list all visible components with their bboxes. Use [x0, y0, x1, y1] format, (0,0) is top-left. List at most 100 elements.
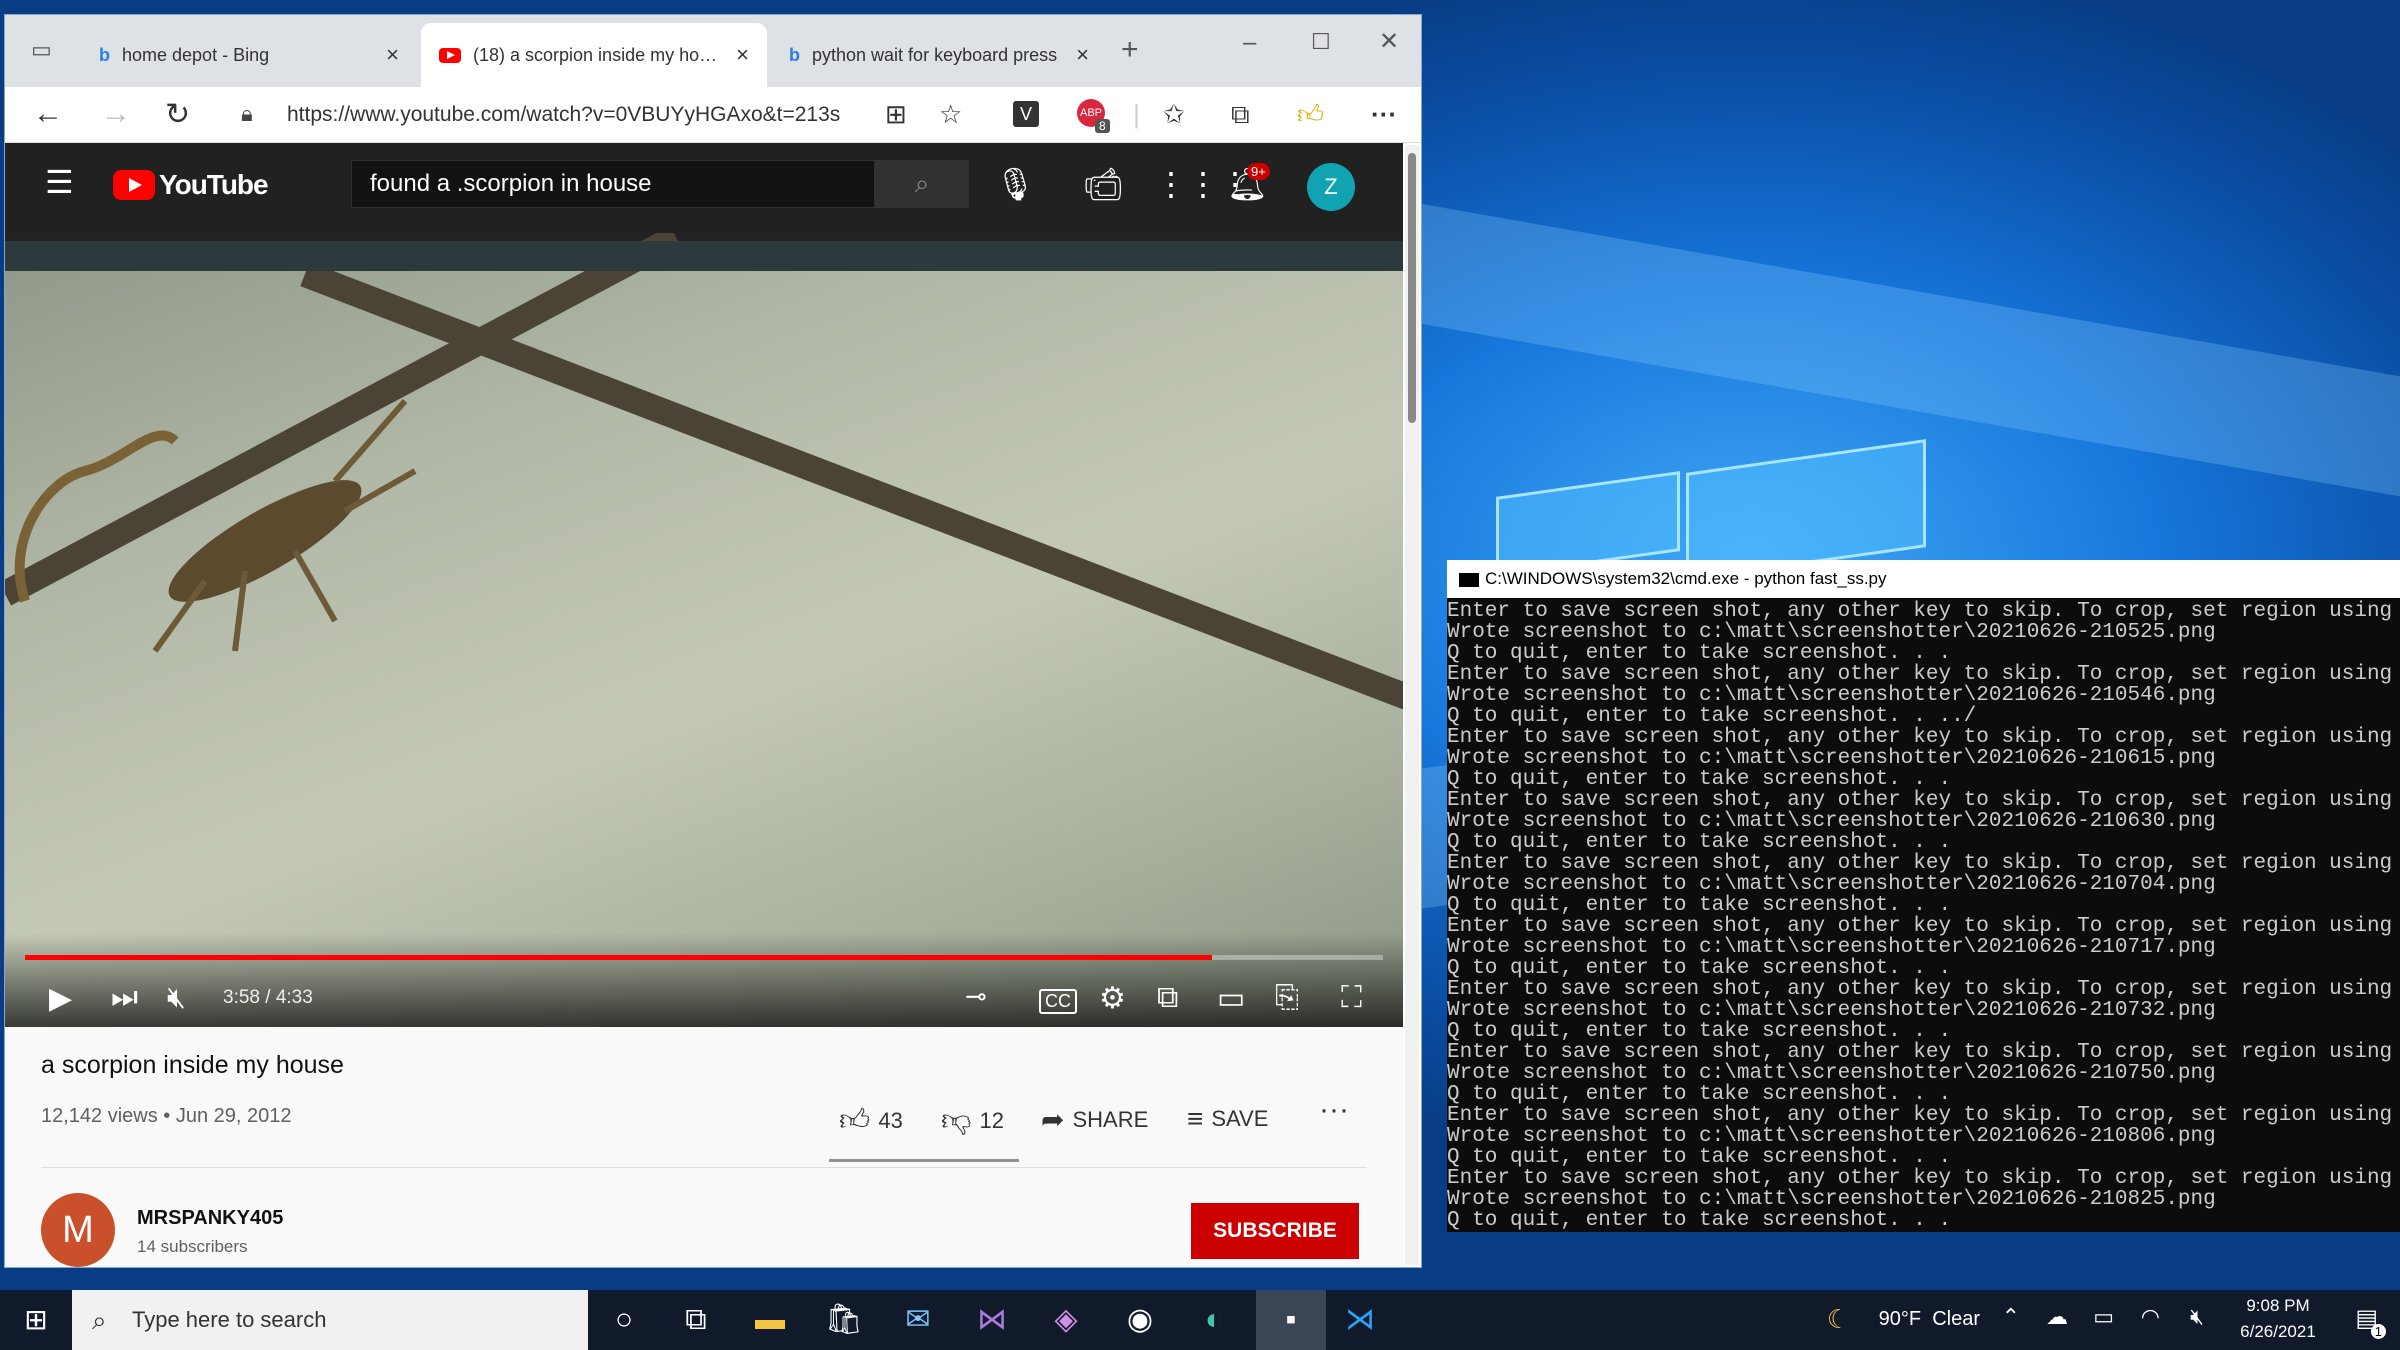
tile-grout-line — [300, 261, 1403, 717]
scrollbar-thumb[interactable] — [1408, 153, 1416, 423]
theater-mode-icon[interactable]: ▭ — [1217, 981, 1245, 1016]
settings-icon[interactable]: ⚙ — [1099, 981, 1126, 1016]
cmd-taskbar-icon[interactable]: ▪ — [1256, 1290, 1326, 1350]
cmd-line: Enter to save screen shot, any other key… — [1447, 1104, 2393, 1127]
tab-home-depot[interactable]: b home depot - Bing × — [81, 23, 417, 87]
vscode-icon[interactable]: ⋊ — [1336, 1300, 1384, 1340]
create-video-icon[interactable]: 📹︎ — [1083, 165, 1124, 203]
task-view-icon[interactable]: ⧉ — [672, 1300, 720, 1340]
mail-icon[interactable]: ✉ — [894, 1300, 942, 1340]
cmd-line: Wrote screenshot to c:\matt\screenshotte… — [1447, 873, 2216, 896]
forward-icon[interactable]: → — [101, 97, 131, 131]
clock-date[interactable]: 6/26/2021 — [2226, 1322, 2330, 1342]
maximize-button[interactable]: ☐ — [1311, 29, 1331, 55]
close-tab-icon[interactable]: × — [1076, 42, 1089, 68]
avatar[interactable]: Z — [1307, 163, 1355, 211]
search-input[interactable]: found a .scorpion in house — [351, 160, 875, 208]
url-field[interactable]: https://www.youtube.com/watch?v=0VBUYyHG… — [227, 95, 887, 135]
video-frame — [5, 233, 1403, 1027]
captions-icon[interactable]: CC — [1039, 989, 1077, 1014]
cmd-line: Wrote screenshot to c:\matt\screenshotte… — [1447, 936, 2216, 959]
close-tab-icon[interactable]: × — [386, 42, 399, 68]
cmd-icon — [1459, 572, 1479, 587]
more-actions-icon[interactable]: ··· — [1319, 1093, 1349, 1127]
store-icon[interactable]: 🛍︎ — [820, 1300, 868, 1340]
app-available-icon[interactable]: ⊞ — [885, 99, 907, 130]
divider — [41, 1167, 1367, 1168]
cmd-line: Wrote screenshot to c:\matt\screenshotte… — [1447, 810, 2216, 833]
chevron-up-icon[interactable]: ⌃ — [2002, 1304, 2020, 1330]
scorpion-image — [14, 399, 417, 653]
next-icon[interactable]: ⏭︎ — [111, 981, 138, 1015]
battery-icon[interactable]: ▭ — [2093, 1304, 2114, 1330]
cmd-line: Enter to save screen shot, any other key… — [1447, 1041, 2393, 1064]
play-icon[interactable]: ▶ — [49, 981, 72, 1016]
file-explorer-icon[interactable]: ▬ — [746, 1300, 794, 1340]
cmd-line: Enter to save screen shot, any other key… — [1447, 726, 2393, 749]
favorites-icon[interactable]: ✩ — [1163, 99, 1185, 130]
taskbar-search[interactable]: ⌕ Type here to search — [72, 1290, 588, 1350]
tab-youtube[interactable]: (18) a scorpion inside my house × — [421, 23, 767, 87]
cmd-line: Wrote screenshot to c:\matt\screenshotte… — [1447, 1062, 2216, 1085]
close-tab-icon[interactable]: × — [736, 42, 749, 68]
like-count: 43 — [878, 1108, 903, 1133]
rewards-icon[interactable]: 👍︎ — [1297, 99, 1324, 130]
windows-start-icon[interactable]: ⊞ — [12, 1300, 60, 1340]
cmd-titlebar[interactable]: C:\WINDOWS\system32\cmd.exe - python fas… — [1447, 560, 2400, 598]
back-icon[interactable]: ← — [33, 97, 63, 131]
weather-text[interactable]: 90°F Clear — [1879, 1308, 1980, 1331]
clock-time[interactable]: 9:08 PM — [2226, 1296, 2330, 1316]
save-button[interactable]: ≡ SAVE — [1187, 1103, 1268, 1135]
weather-moon-icon: ☾ — [1826, 1304, 1850, 1334]
channel-name[interactable]: MRSPANKY405 — [137, 1207, 283, 1230]
miniplayer-icon[interactable]: ⧉ — [1157, 981, 1178, 1015]
onedrive-icon[interactable]: ☁ — [2046, 1304, 2068, 1330]
close-window-button[interactable]: ✕ — [1379, 27, 1399, 56]
cmd-output[interactable]: Enter to save screen shot, any other key… — [1447, 601, 2400, 1231]
youtube-logo-icon — [113, 170, 155, 200]
new-tab-button[interactable]: + — [1121, 33, 1139, 67]
autoplay-toggle[interactable]: ⊸ — [965, 981, 987, 1012]
menu-icon[interactable]: ☰ — [45, 163, 74, 201]
tab-python-wait[interactable]: b python wait for keyboard press × — [771, 23, 1107, 87]
subscribe-button[interactable]: SUBSCRIBE — [1191, 1203, 1359, 1259]
fullscreen-icon[interactable]: ⛶ — [1341, 981, 1362, 1015]
progress-bar[interactable] — [25, 955, 1383, 960]
notification-count: 1 — [2370, 1324, 2386, 1339]
search-button[interactable]: ⌕ — [875, 160, 969, 208]
extension-badge: 8 — [1095, 119, 1110, 133]
progress-fill — [25, 955, 1212, 960]
cmd-line: Wrote screenshot to c:\matt\screenshotte… — [1447, 747, 2216, 770]
wifi-icon[interactable]: ◠ — [2141, 1304, 2160, 1330]
like-button[interactable]: 👍︎ 43 — [839, 1103, 903, 1139]
edge-icon[interactable]: ◐ — [1190, 1300, 1238, 1340]
mute-icon[interactable]: 🔇︎ — [167, 981, 186, 1015]
video-title: a scorpion inside my house — [41, 1051, 344, 1079]
minimize-button[interactable]: – — [1243, 29, 1256, 57]
video-player[interactable]: ▶ ⏭︎ 🔇︎ 3:58 / 4:33 ⊸ CC ⚙ ⧉ ▭ ⎘ ⛶ — [5, 233, 1403, 1027]
channel-avatar[interactable]: M — [41, 1193, 115, 1267]
add-favorite-icon[interactable]: ☆ — [939, 99, 962, 130]
app-w-icon[interactable]: ◉ — [1116, 1300, 1164, 1340]
share-button[interactable]: ➦ SHARE — [1041, 1103, 1148, 1136]
cast-icon[interactable]: ⎘ — [1275, 981, 1299, 1015]
youtube-logo[interactable]: YouTube — [113, 169, 269, 201]
cmd-line: Wrote screenshot to c:\matt\screenshotte… — [1447, 1188, 2216, 1211]
visual-studio-icon[interactable]: ⋈ — [968, 1300, 1016, 1340]
collections-icon[interactable]: ⧉ — [1231, 99, 1250, 131]
refresh-icon[interactable]: ↻ — [165, 97, 190, 132]
video-controls — [5, 933, 1403, 1027]
mic-icon[interactable]: 🎙︎ — [995, 165, 1036, 203]
more-icon[interactable]: ··· — [1371, 99, 1397, 130]
volume-muted-icon[interactable]: 🔇︎ — [2190, 1304, 2204, 1330]
video-meta: 12,142 views • Jun 29, 2012 — [41, 1105, 292, 1127]
share-icon: ➦ — [1041, 1104, 1065, 1135]
cmd-line: Wrote screenshot to c:\matt\screenshotte… — [1447, 621, 2216, 644]
dislike-button[interactable]: 👎︎ 12 — [941, 1103, 1004, 1139]
cortana-icon[interactable]: ○ — [600, 1300, 648, 1340]
tab-actions-icon[interactable]: ▭ — [31, 37, 52, 63]
game-app-icon[interactable]: ◈ — [1042, 1300, 1090, 1340]
extension-v-icon[interactable]: V — [1013, 101, 1039, 127]
page-scrollbar[interactable] — [1405, 145, 1419, 1265]
cmd-window: C:\WINDOWS\system32\cmd.exe - python fas… — [1447, 560, 2400, 1232]
